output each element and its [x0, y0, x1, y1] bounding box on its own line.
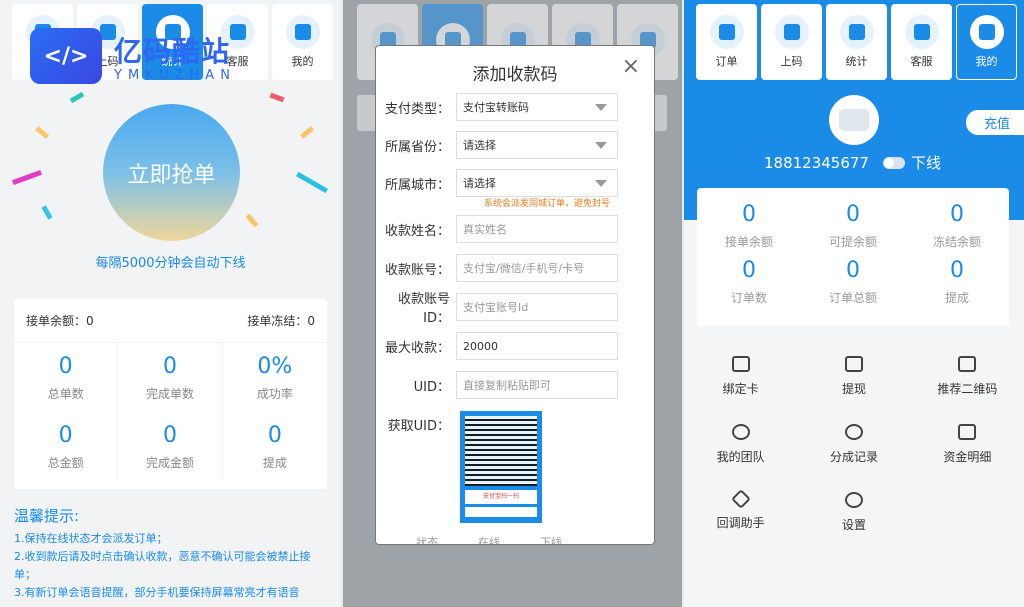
tips-section: 温馨提示: 1.保持在线状态才会派发订单； 2.收到款后请及时点击确认收款，恶意… [14, 505, 324, 602]
confetti-decoration [69, 91, 85, 104]
stat-completed-orders: 0 完成单数 [118, 343, 223, 412]
tip-item: 3.有新订单会语音提醒，部分手机要保持屏幕常亮才有语音 [14, 586, 300, 599]
bar-chart-icon [839, 15, 874, 49]
watermark-logo: </> 亿码酷站 YMKUZHAN [30, 28, 236, 84]
pie-icon [844, 424, 863, 440]
qrcode-icon [465, 416, 537, 486]
account-input[interactable]: 支付宝/微信/手机号/卡号 [456, 254, 618, 282]
confetti-decoration [41, 205, 53, 220]
payee-name-input[interactable]: 真实姓名 [456, 215, 618, 243]
frozen-summary: 接单冻结：0 [247, 314, 315, 328]
stat-completed-amount: 0 完成金额 [118, 412, 223, 481]
confetti-decoration [35, 126, 49, 139]
top-tabbar: 订单 上码 统计 客服 我的 [696, 4, 1017, 80]
tab-mine[interactable]: 我的 [956, 4, 1017, 80]
pay-type-select[interactable]: 支付宝转账码 [456, 93, 618, 121]
stat-frozen: 0 冻结余额 [932, 202, 981, 249]
user-icon [285, 15, 320, 49]
stat-commission: 0 提成 [944, 258, 969, 305]
stat-order-count: 0 订单数 [730, 258, 767, 305]
wallet-icon [958, 424, 977, 440]
tab-stats[interactable]: 统计 [826, 4, 887, 80]
tip-item: 1.保持在线状态才会派发订单； [14, 532, 168, 545]
province-select[interactable]: 请选择 [456, 131, 618, 159]
left-screen: 订单 上码 统计 客服 我的 </> 亿码酷站 YMKUZHAN 立即抢单 每隔… [0, 0, 341, 607]
dialog-title: 添加收款码 [472, 65, 558, 85]
send-icon [730, 489, 751, 509]
chevron-down-icon [595, 180, 607, 187]
withdraw-icon [844, 356, 863, 372]
tip-item: 2.收到款后请及时点击确认收款，恶意不确认可能会被禁止接单； [14, 550, 311, 581]
card-icon [731, 356, 750, 372]
stat-total-amount: 0 总金额 [14, 412, 119, 481]
menu-bind-card[interactable]: 绑定卡 [684, 350, 797, 418]
city-warning: 系统会派发同城订单，避免封号 [484, 199, 611, 209]
offline-notice: 每隔5000分钟会自动下线 [95, 256, 246, 271]
status-radio-group: 状态 在线 下线 [416, 534, 562, 544]
headset-icon [904, 15, 939, 49]
tab-orders[interactable]: 订单 [696, 4, 757, 80]
stats-card: 接单余额：0 接单冻结：0 0 总单数 0 完成单数 0% 成功率 0 总金额 0 完成金… [14, 299, 327, 489]
balance-card: 0 接单余额 0 可提余额 0 冻结余额 0 订单数 0 订单总额 0 提成 [697, 188, 1009, 326]
stat-withdrawable: 0 可提余额 [828, 202, 877, 249]
settings-icon [844, 492, 863, 508]
chevron-down-icon [595, 142, 607, 149]
stat-order-balance: 0 接单余额 [724, 202, 773, 249]
radio-offline[interactable]: 下线 [540, 534, 562, 544]
phone-number: 18812345677 [764, 153, 869, 172]
barcode-icon [774, 15, 809, 49]
avatar[interactable] [829, 95, 879, 145]
tab-mine[interactable]: 我的 [272, 4, 333, 80]
close-icon[interactable]: × [622, 54, 640, 79]
confetti-decoration [12, 170, 42, 185]
team-icon [731, 424, 750, 440]
middle-screen: 添加收款码 × 支付类型： 支付宝转账码 所属省份： 请选择 所属城市： 请选择 系统… [343, 0, 682, 607]
clipboard-icon [709, 15, 744, 49]
menu-settings[interactable]: 设置 [797, 486, 910, 554]
confetti-decoration [245, 213, 259, 228]
right-screen: 订单 上码 统计 客服 我的 充值 18812345677 下线 0 接单余额 0… [684, 0, 1024, 607]
stat-success-rate: 0% 成功率 [256, 353, 293, 401]
menu-referral-qrcode[interactable]: 推荐二维码 [911, 350, 1024, 418]
city-select[interactable]: 请选择 [456, 169, 618, 197]
menu-fund-details[interactable]: 资金明细 [911, 418, 1024, 486]
menu-callback-helper[interactable]: 回调助手 [684, 486, 797, 554]
balance-summary: 接单余额：0 [26, 314, 94, 328]
user-phone-row: 18812345677 下线 [764, 152, 941, 173]
menu-commission-records[interactable]: 分成记录 [797, 418, 910, 486]
confetti-decoration [296, 171, 328, 194]
uid-input[interactable]: 直接复制粘贴即可 [456, 371, 618, 399]
user-icon [969, 15, 1004, 49]
cat-avatar-icon [839, 109, 869, 131]
account-id-input[interactable]: 支付宝账号Id [456, 293, 618, 321]
qrcode-icon [958, 356, 977, 372]
stat-total-orders: 0 总单数 [14, 343, 119, 412]
recharge-button[interactable]: 充值 [965, 110, 1024, 135]
confetti-decoration [300, 126, 314, 139]
function-menu: 绑定卡 提现 推荐二维码 我的团队 分成记录 资金明细 回调助手 设置 [684, 350, 1024, 554]
online-toggle[interactable] [882, 156, 905, 169]
add-payment-code-dialog: 添加收款码 × 支付类型： 支付宝转账码 所属省份： 请选择 所属城市： 请选择 系统… [375, 45, 655, 545]
tab-service[interactable]: 客服 [891, 4, 952, 80]
uid-qrcode: 支付宝扫一扫 [460, 411, 542, 523]
stat-commission: 0 提成 [262, 422, 287, 470]
max-amount-input[interactable]: 20000 [456, 332, 618, 360]
tab-upload-code[interactable]: 上码 [761, 4, 822, 80]
code-icon: </> [30, 28, 102, 84]
grab-order-button[interactable]: 立即抢单 [103, 104, 240, 241]
menu-my-team[interactable]: 我的团队 [684, 418, 797, 486]
chevron-down-icon [595, 104, 607, 111]
online-status: 下线 [910, 154, 941, 172]
stat-order-total: 0 订单总额 [828, 258, 877, 305]
menu-withdraw[interactable]: 提现 [797, 350, 910, 418]
radio-online[interactable]: 在线 [478, 534, 500, 544]
confetti-decoration [269, 92, 285, 103]
